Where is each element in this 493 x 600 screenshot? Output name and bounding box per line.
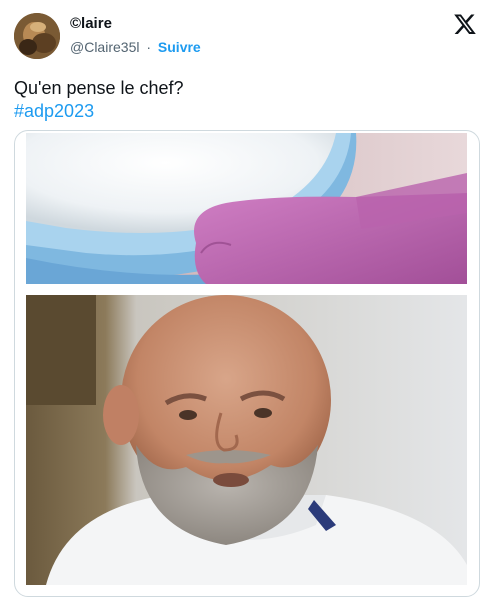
display-name[interactable]: ©laire [70,14,112,34]
media-card[interactable] [14,130,480,597]
user-handle[interactable]: @Claire35l [70,39,139,55]
tweet-text: Qu'en pense le chef? [14,78,184,98]
follow-button[interactable]: Suivre [158,39,201,55]
handle-row: @Claire35l · Suivre [70,38,201,56]
tweet-card: ©laire @Claire35l · Suivre Qu'en pense l… [0,0,493,600]
avatar[interactable] [14,13,60,59]
x-logo-icon[interactable] [453,12,477,36]
separator: · [146,39,152,55]
hashtag-link[interactable]: #adp2023 [14,99,94,123]
media-image-bowl[interactable] [26,133,467,284]
media-image-chef[interactable] [26,295,467,585]
